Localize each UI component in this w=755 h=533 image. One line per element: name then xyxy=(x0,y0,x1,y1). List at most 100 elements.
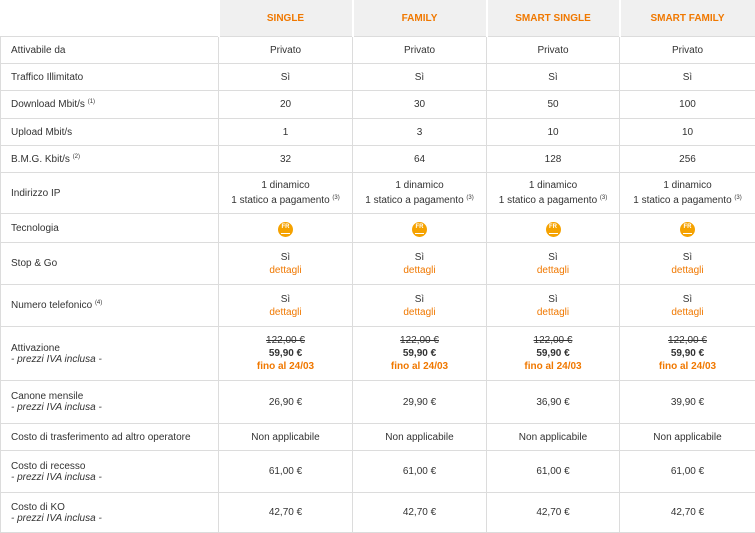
ip-static: 1 statico a pagamento xyxy=(365,195,463,206)
vat-note: - prezzi IVA inclusa - xyxy=(11,472,217,483)
ip-dynamic: 1 dinamico xyxy=(354,179,485,192)
attivazione-cell: 122,00 €59,90 €fino al 24/03 xyxy=(353,327,487,381)
row-label: Traffico Illimitato xyxy=(1,64,219,91)
row-label: Download Mbit/s xyxy=(11,99,85,110)
header-empty-cell xyxy=(1,0,219,37)
dettagli-link[interactable]: dettagli xyxy=(488,306,618,319)
cell-value: 20 xyxy=(219,91,353,119)
vat-note: - prezzi IVA inclusa - xyxy=(11,354,217,365)
row-label: Numero telefonico xyxy=(11,300,92,311)
cell-value: Non applicabile xyxy=(219,424,353,451)
row-attivazione: Attivazione- prezzi IVA inclusa - 122,00… xyxy=(1,327,755,381)
row-label: Indirizzo IP xyxy=(1,173,219,214)
ip-static-line: 1 statico a pagamento (3) xyxy=(220,192,351,207)
numero-cell: Sìdettagli xyxy=(353,285,487,327)
ip-static: 1 statico a pagamento xyxy=(499,195,597,206)
cell-value: Non applicabile xyxy=(487,424,620,451)
footnote-ref: (4) xyxy=(95,300,102,306)
row-label: Costo di trasferimento ad altro operator… xyxy=(1,424,219,451)
row-label-cell: Download Mbit/s (1) xyxy=(1,91,219,119)
cell-value: 64 xyxy=(353,146,487,173)
dettagli-link[interactable]: dettagli xyxy=(220,264,351,277)
row-numero-telefonico: Numero telefonico (4) Sìdettagli Sìdetta… xyxy=(1,285,755,327)
footnote-ref: (3) xyxy=(600,195,607,201)
stopgo-cell: Sìdettagli xyxy=(219,243,353,285)
new-price: 59,90 € xyxy=(488,347,618,360)
attivazione-cell: 122,00 €59,90 €fino al 24/03 xyxy=(219,327,353,381)
ip-dynamic: 1 dinamico xyxy=(488,179,618,192)
footnote-ref: (1) xyxy=(88,99,95,105)
ip-cell: 1 dinamico1 statico a pagamento (3) xyxy=(353,173,487,214)
row-label: Canone mensile xyxy=(11,391,217,402)
plans-header-row: SINGLE FAMILY SMART SINGLE SMART FAMILY xyxy=(1,0,755,37)
dettagli-link[interactable]: dettagli xyxy=(354,264,485,277)
cell-value: Privato xyxy=(487,37,620,64)
cell-value: 29,90 € xyxy=(353,381,487,424)
ip-static-line: 1 statico a pagamento (3) xyxy=(621,192,754,207)
cell-value: 26,90 € xyxy=(219,381,353,424)
cell-value: Privato xyxy=(219,37,353,64)
old-price: 122,00 € xyxy=(488,334,618,347)
cell-value: Privato xyxy=(620,37,755,64)
cell-value: Sì xyxy=(488,251,618,264)
fr-technology-icon: FR xyxy=(546,222,561,237)
cell-value: Sì xyxy=(621,293,754,306)
plan-header-family: FAMILY xyxy=(353,0,487,37)
row-label-cell: Canone mensile- prezzi IVA inclusa - xyxy=(1,381,219,424)
dettagli-link[interactable]: dettagli xyxy=(621,264,754,277)
ip-dynamic: 1 dinamico xyxy=(621,179,754,192)
stopgo-cell: Sìdettagli xyxy=(353,243,487,285)
attivazione-cell: 122,00 €59,90 €fino al 24/03 xyxy=(487,327,620,381)
row-label: Costo di KO xyxy=(11,502,217,513)
footnote-ref: (3) xyxy=(466,195,473,201)
dettagli-link[interactable]: dettagli xyxy=(488,264,618,277)
row-label: Attivabile da xyxy=(1,37,219,64)
ip-cell: 1 dinamico1 statico a pagamento (3) xyxy=(219,173,353,214)
plan-header-smart-single: SMART SINGLE xyxy=(487,0,620,37)
cell-value: 100 xyxy=(620,91,755,119)
ip-static-line: 1 statico a pagamento (3) xyxy=(488,192,618,207)
row-bmg: B.M.G. Kbit/s (2) 32 64 128 256 xyxy=(1,146,755,173)
promo-deadline: fino al 24/03 xyxy=(488,360,618,373)
new-price: 59,90 € xyxy=(354,347,485,360)
stopgo-cell: Sìdettagli xyxy=(487,243,620,285)
numero-cell: Sìdettagli xyxy=(219,285,353,327)
dettagli-link[interactable]: dettagli xyxy=(220,306,351,319)
cell-value: 39,90 € xyxy=(620,381,755,424)
cell-value: Sì xyxy=(487,64,620,91)
fr-technology-icon: FR xyxy=(412,222,427,237)
cell-value: Sì xyxy=(620,64,755,91)
attivazione-cell: 122,00 €59,90 €fino al 24/03 xyxy=(620,327,755,381)
old-price: 122,00 € xyxy=(220,334,351,347)
row-label: Tecnologia xyxy=(1,214,219,243)
plan-header-single: SINGLE xyxy=(219,0,353,37)
dettagli-link[interactable]: dettagli xyxy=(354,306,485,319)
row-canone: Canone mensile- prezzi IVA inclusa - 26,… xyxy=(1,381,755,424)
cell-value: 3 xyxy=(353,119,487,146)
plan-header-smart-family: SMART FAMILY xyxy=(620,0,755,37)
cell-value: 50 xyxy=(487,91,620,119)
row-label: B.M.G. Kbit/s xyxy=(11,154,70,165)
cell-value: Sì xyxy=(220,251,351,264)
cell-value: Sì xyxy=(354,251,485,264)
fr-technology-icon: FR xyxy=(680,222,695,237)
row-label: Upload Mbit/s xyxy=(1,119,219,146)
row-indirizzo-ip: Indirizzo IP 1 dinamico1 statico a pagam… xyxy=(1,173,755,214)
tech-cell: FR xyxy=(487,214,620,243)
plans-comparison-table: SINGLE FAMILY SMART SINGLE SMART FAMILY … xyxy=(0,0,755,533)
row-label-cell: Numero telefonico (4) xyxy=(1,285,219,327)
ip-static-line: 1 statico a pagamento (3) xyxy=(354,192,485,207)
row-label: Attivazione xyxy=(11,343,217,354)
cell-value: Sì xyxy=(488,293,618,306)
stopgo-cell: Sìdettagli xyxy=(620,243,755,285)
ip-dynamic: 1 dinamico xyxy=(220,179,351,192)
dettagli-link[interactable]: dettagli xyxy=(621,306,754,319)
vat-note: - prezzi IVA inclusa - xyxy=(11,513,217,524)
cell-value: 61,00 € xyxy=(620,451,755,493)
row-stop-go: Stop & Go Sìdettagli Sìdettagli Sìdettag… xyxy=(1,243,755,285)
ip-cell: 1 dinamico1 statico a pagamento (3) xyxy=(620,173,755,214)
numero-cell: Sìdettagli xyxy=(487,285,620,327)
cell-value: 61,00 € xyxy=(487,451,620,493)
promo-deadline: fino al 24/03 xyxy=(220,360,351,373)
promo-deadline: fino al 24/03 xyxy=(621,360,754,373)
